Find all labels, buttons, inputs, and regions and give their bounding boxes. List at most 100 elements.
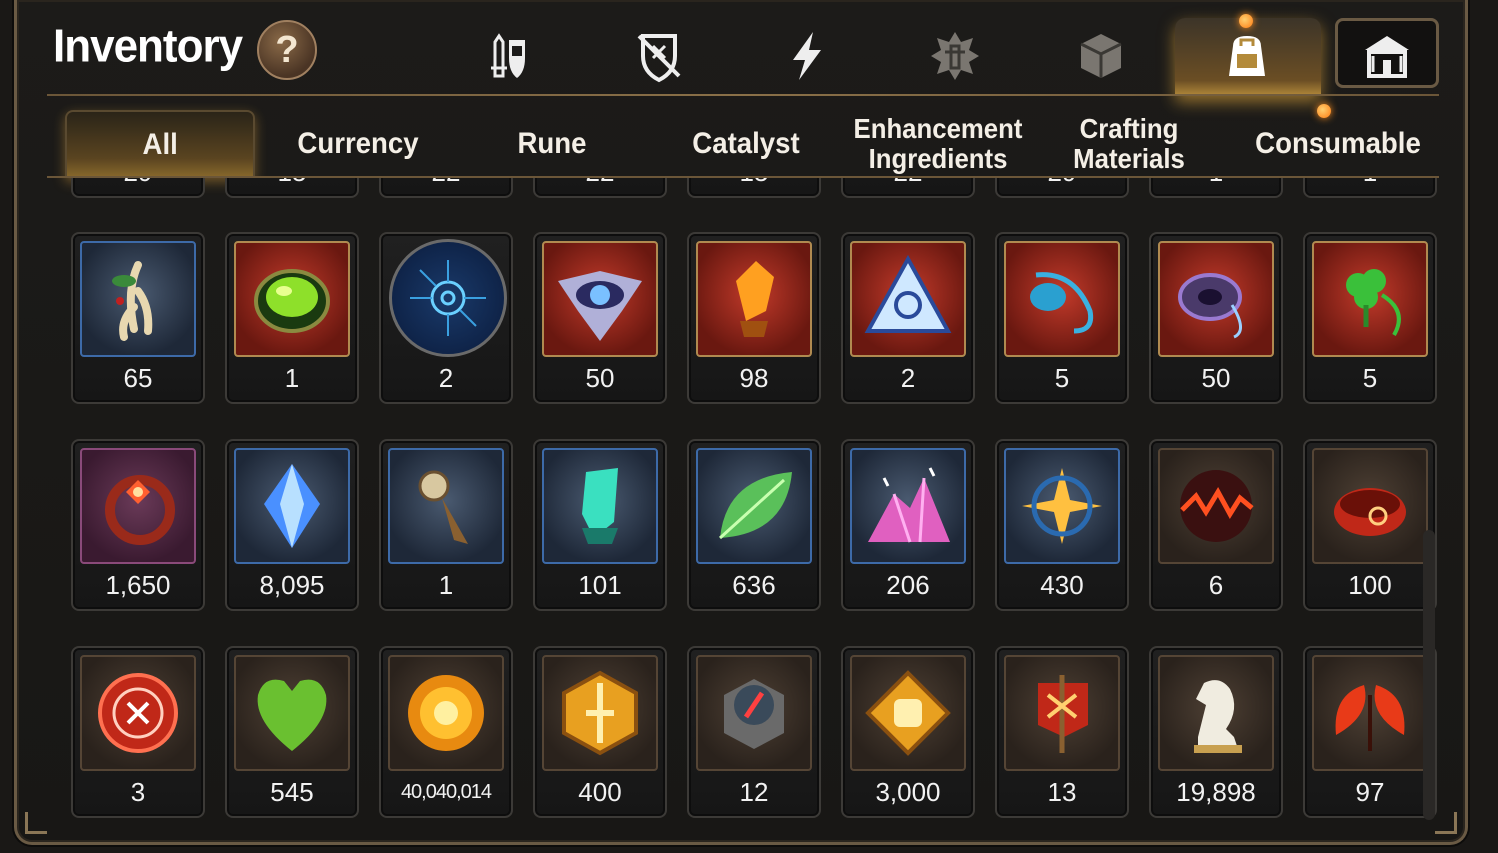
pink-crystal-mound-icon bbox=[850, 448, 966, 564]
no-shield-icon[interactable] bbox=[627, 24, 691, 88]
tab-consumable[interactable]: Consumable bbox=[1251, 110, 1426, 178]
item-quantity: 12 bbox=[739, 777, 769, 807]
item-slot[interactable]: 29 bbox=[995, 178, 1129, 198]
cube-icon[interactable] bbox=[1069, 24, 1133, 88]
blue-rune-orb-icon bbox=[389, 239, 507, 357]
tab-rune[interactable]: Rune bbox=[465, 110, 640, 178]
tab-currency[interactable]: Currency bbox=[271, 110, 446, 178]
item-slot[interactable]: 50 bbox=[1149, 232, 1283, 404]
item-slot[interactable]: 22 bbox=[379, 178, 513, 198]
item-slot[interactable]: 100 bbox=[1303, 439, 1437, 611]
header-divider bbox=[47, 94, 1439, 96]
item-slot[interactable]: 22 bbox=[841, 178, 975, 198]
item-quantity: 98 bbox=[739, 363, 769, 393]
inventory-window: Inventory ? All Currency Rune Catalyst E… bbox=[14, 0, 1468, 845]
item-slot[interactable]: 1 bbox=[379, 439, 513, 611]
item-quantity: 29 bbox=[73, 178, 203, 188]
weapon-armor-icon[interactable] bbox=[481, 24, 545, 88]
ginseng-root-icon bbox=[80, 241, 196, 357]
red-bracelet-icon bbox=[1312, 448, 1428, 564]
tab-enhancement-ingredients[interactable]: Enhancement Ingredients bbox=[851, 110, 1026, 178]
guild-castle-icon[interactable] bbox=[1355, 24, 1419, 88]
item-slot[interactable]: 430 bbox=[995, 439, 1129, 611]
item-quantity: 8,095 bbox=[259, 570, 325, 600]
item-slot[interactable]: 15 bbox=[687, 178, 821, 198]
compass-dagger-icon bbox=[388, 448, 504, 564]
item-quantity: 2 bbox=[900, 363, 916, 393]
item-slot[interactable]: 98 bbox=[687, 232, 821, 404]
tab-all[interactable]: All bbox=[65, 110, 255, 178]
item-quantity: 100 bbox=[1348, 570, 1392, 600]
tab-label-line: Crafting bbox=[1079, 113, 1179, 144]
item-slot[interactable]: 636 bbox=[687, 439, 821, 611]
item-quantity: 636 bbox=[732, 570, 776, 600]
green-leaf-icon bbox=[696, 448, 812, 564]
backpack-icon[interactable] bbox=[1215, 24, 1279, 88]
tab-label-line: Enhancement bbox=[853, 113, 1023, 144]
emblem-icon[interactable] bbox=[923, 24, 987, 88]
item-slot[interactable]: 5 bbox=[995, 232, 1129, 404]
item-quantity: 50 bbox=[585, 363, 615, 393]
purple-disc-pendant-icon bbox=[1158, 241, 1274, 357]
item-slot[interactable]: 19,898 bbox=[1149, 646, 1283, 818]
item-slot[interactable]: 545 bbox=[225, 646, 359, 818]
red-seal-badge-icon bbox=[80, 655, 196, 771]
triquetra-pyramid-icon bbox=[850, 241, 966, 357]
lightning-icon[interactable] bbox=[775, 24, 839, 88]
lava-orb-icon bbox=[1158, 448, 1274, 564]
notification-dot bbox=[1317, 104, 1331, 118]
item-quantity: 6 bbox=[1208, 570, 1224, 600]
tab-crafting-materials[interactable]: Crafting Materials bbox=[1046, 110, 1212, 178]
item-quantity: 1 bbox=[1305, 178, 1435, 188]
item-slot[interactable]: 5 bbox=[1303, 232, 1437, 404]
item-slot[interactable]: 1,650 bbox=[71, 439, 205, 611]
item-slot[interactable]: 400 bbox=[533, 646, 667, 818]
stone-compass-icon bbox=[696, 655, 812, 771]
help-button[interactable]: ? bbox=[257, 20, 317, 80]
item-quantity: 430 bbox=[1040, 570, 1084, 600]
item-quantity: 19,898 bbox=[1176, 777, 1256, 807]
item-quantity: 1 bbox=[1151, 178, 1281, 188]
item-quantity: 15 bbox=[689, 178, 819, 188]
item-quantity: 5 bbox=[1362, 363, 1378, 393]
item-slot[interactable]: 50 bbox=[533, 232, 667, 404]
green-heart-icon bbox=[234, 655, 350, 771]
item-quantity: 101 bbox=[578, 570, 622, 600]
item-quantity: 22 bbox=[843, 178, 973, 188]
item-slot[interactable]: 2 bbox=[841, 232, 975, 404]
tab-catalyst[interactable]: Catalyst bbox=[659, 110, 834, 178]
item-slot[interactable]: 1 bbox=[1149, 178, 1283, 198]
item-quantity: 1 bbox=[284, 363, 300, 393]
item-slot[interactable]: 65 bbox=[71, 232, 205, 404]
item-slot[interactable]: 29 bbox=[71, 178, 205, 198]
gold-sword-emblem-icon bbox=[542, 655, 658, 771]
item-quantity: 3 bbox=[130, 777, 146, 807]
item-grid: 291522221522291165125098255051,6508,0951… bbox=[47, 178, 1439, 828]
item-slot[interactable]: 13 bbox=[995, 646, 1129, 818]
item-quantity: 40,040,014 bbox=[400, 781, 492, 803]
item-slot[interactable]: 8,095 bbox=[225, 439, 359, 611]
item-slot[interactable]: 15 bbox=[225, 178, 359, 198]
item-slot[interactable]: 40,040,014 bbox=[379, 646, 513, 818]
item-slot[interactable]: 97 bbox=[1303, 646, 1437, 818]
chess-knight-icon bbox=[1158, 655, 1274, 771]
item-slot[interactable]: 12 bbox=[687, 646, 821, 818]
frame-corner bbox=[25, 812, 47, 834]
teal-crystal-icon bbox=[542, 448, 658, 564]
item-quantity: 400 bbox=[578, 777, 622, 807]
star-pendant-icon bbox=[1004, 448, 1120, 564]
item-slot[interactable]: 206 bbox=[841, 439, 975, 611]
item-slot[interactable]: 22 bbox=[533, 178, 667, 198]
item-slot[interactable]: 1 bbox=[225, 232, 359, 404]
item-slot[interactable]: 101 bbox=[533, 439, 667, 611]
item-quantity: 29 bbox=[997, 178, 1127, 188]
item-slot[interactable]: 1 bbox=[1303, 178, 1437, 198]
item-slot[interactable]: 3,000 bbox=[841, 646, 975, 818]
notification-dot bbox=[1239, 14, 1253, 28]
scrollbar[interactable] bbox=[1423, 530, 1435, 820]
item-quantity: 97 bbox=[1355, 777, 1385, 807]
red-flower-ring-icon bbox=[80, 448, 196, 564]
item-slot[interactable]: 2 bbox=[379, 232, 513, 404]
item-slot[interactable]: 6 bbox=[1149, 439, 1283, 611]
item-slot[interactable]: 3 bbox=[71, 646, 205, 818]
